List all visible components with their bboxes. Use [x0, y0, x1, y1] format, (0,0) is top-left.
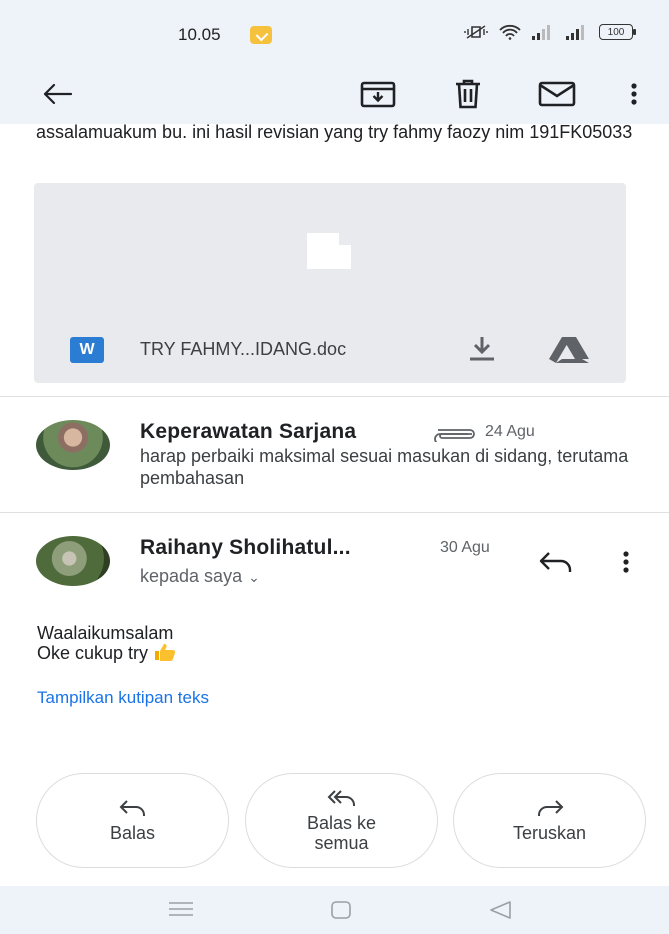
show-quoted-text-link[interactable]: Tampilkan kutipan teks — [37, 688, 209, 708]
mail-icon — [538, 81, 576, 107]
mark-unread-button[interactable] — [535, 72, 579, 116]
document-icon — [307, 233, 351, 269]
status-icons: 100 — [463, 24, 636, 40]
recents-button[interactable] — [168, 900, 194, 923]
download-button[interactable] — [466, 335, 498, 368]
sender-name: Raihany Sholihatul... — [140, 536, 351, 559]
status-bar: 10.05 100 — [0, 0, 669, 62]
more-options-button[interactable] — [612, 72, 656, 116]
sender-name: Keperawatan Sarjana — [140, 420, 357, 443]
message-date: 30 Agu — [440, 539, 490, 556]
reply-icon — [119, 799, 145, 816]
message-line-with-emoji: Oke cukup try — [37, 643, 176, 663]
wifi-icon — [499, 24, 521, 40]
signal-icon — [532, 25, 550, 40]
attachment-footer: W TRY FAHMY...IDANG.doc — [34, 331, 626, 371]
reply-icon — [539, 552, 572, 572]
save-to-drive-button[interactable] — [548, 335, 590, 370]
archive-icon — [360, 81, 396, 108]
message-line: Oke cukup try — [37, 643, 149, 663]
back-nav-button[interactable] — [488, 900, 512, 925]
message-more-button[interactable] — [622, 550, 630, 579]
vibrate-mute-icon — [464, 25, 488, 39]
avatar — [36, 536, 110, 586]
drive-icon — [549, 337, 589, 363]
message-line: Waalaikumsalam — [37, 623, 174, 643]
word-file-icon: W — [70, 337, 104, 363]
back-arrow-icon — [43, 83, 73, 105]
square-home-icon — [331, 901, 351, 919]
forward-icon — [537, 799, 563, 816]
message-header-raihany: Raihany Sholihatul... 30 Agu kepada saya… — [0, 536, 669, 596]
attachment-filename: TRY FAHMY...IDANG.doc — [140, 339, 347, 359]
recipient-toggle[interactable]: kepada saya ⌄ — [140, 566, 260, 587]
thumbs-up-icon — [155, 644, 176, 661]
message-item-keperawatan[interactable]: Keperawatan Sarjana 24 Agu harap perbaik… — [0, 420, 669, 500]
divider — [0, 396, 669, 397]
notification-badge-icon — [250, 26, 272, 44]
archive-button[interactable] — [356, 72, 400, 116]
reply-button[interactable] — [538, 550, 574, 579]
home-button[interactable] — [330, 900, 352, 925]
message-date: 24 Agu — [485, 423, 535, 440]
battery-icon: 100 — [599, 24, 636, 40]
forward-label: Teruskan — [512, 822, 587, 843]
status-time: 10.05 — [178, 25, 221, 44]
system-navigation-bar — [0, 886, 669, 934]
email-body-text: assalamuakum bu. ini hasil revisian yang… — [36, 122, 633, 142]
divider — [0, 512, 669, 513]
reply-all-icon — [327, 789, 355, 806]
signal-icon-2 — [566, 25, 584, 40]
message-snippet: harap perbaiki maksimal sesuai masukan d… — [140, 446, 629, 488]
reply-label: Balas — [109, 822, 156, 843]
chevron-down-icon: ⌄ — [248, 569, 260, 585]
reply-all-action-button[interactable]: Balas ke semua — [245, 773, 438, 868]
triangle-back-icon — [490, 901, 511, 919]
more-vert-icon — [623, 551, 629, 573]
message-body: Waalaikumsalam Oke cukup try — [37, 623, 176, 663]
menu-icon — [169, 902, 193, 916]
reply-action-button[interactable]: Balas — [36, 773, 229, 868]
more-vert-icon — [631, 83, 637, 105]
forward-action-button[interactable]: Teruskan — [453, 773, 646, 868]
recipient-label: kepada saya — [140, 566, 243, 586]
email-toolbar — [0, 62, 669, 124]
paperclip-icon — [434, 429, 475, 442]
delete-button[interactable] — [446, 72, 490, 116]
reply-all-label: Balas ke semua — [306, 812, 377, 853]
attachment-card[interactable]: W TRY FAHMY...IDANG.doc — [34, 183, 626, 383]
trash-icon — [456, 79, 480, 109]
download-icon — [470, 337, 494, 361]
back-button[interactable] — [35, 72, 79, 116]
avatar — [36, 420, 110, 470]
